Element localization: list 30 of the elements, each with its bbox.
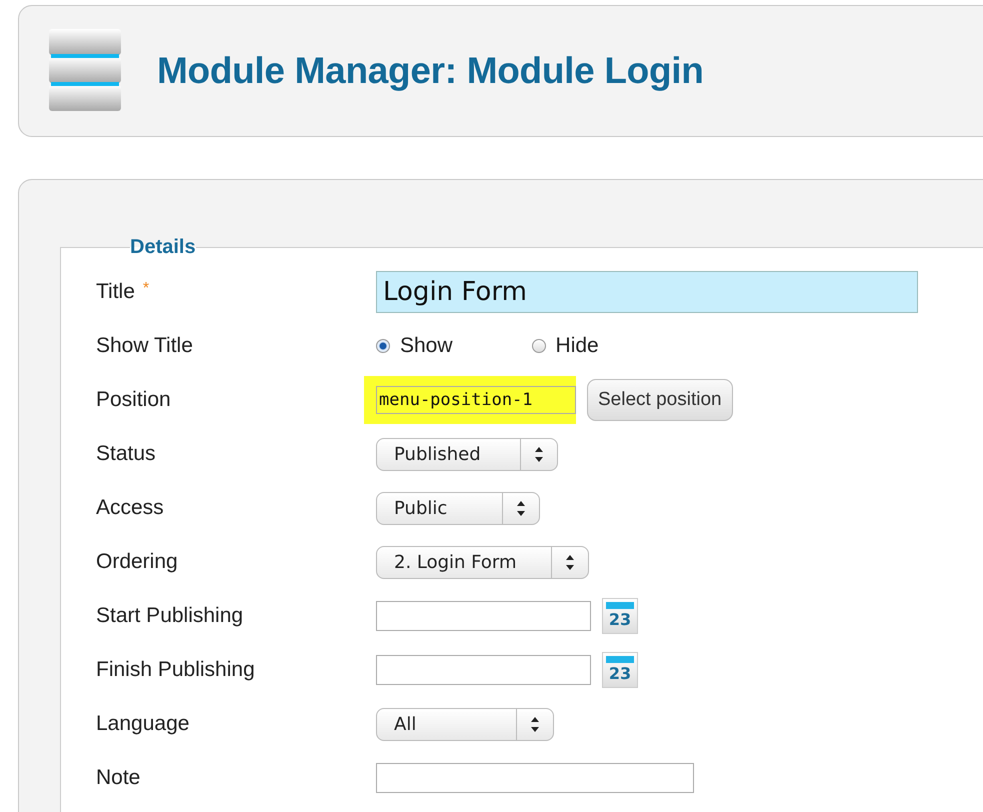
- stacked-layers-icon: [47, 29, 123, 113]
- text-input[interactable]: [376, 763, 694, 793]
- required-mark: *: [142, 280, 150, 298]
- radio-button[interactable]: [532, 339, 546, 353]
- select-position-button[interactable]: Select position: [587, 379, 733, 421]
- calendar-button[interactable]: 23: [602, 598, 638, 634]
- date-input[interactable]: [376, 655, 591, 685]
- select-dropdown[interactable]: Public: [376, 492, 540, 524]
- field-label: Access: [96, 496, 164, 520]
- field-label: Show Title: [96, 334, 193, 358]
- field-label: Status: [96, 442, 156, 466]
- text-input[interactable]: Login Form: [376, 271, 918, 313]
- field-label: Title: [96, 280, 135, 304]
- field-label: Note: [96, 766, 140, 790]
- calendar-button[interactable]: 23: [602, 652, 638, 688]
- radio-option[interactable]: Hide: [532, 334, 599, 358]
- section-legend: Details: [130, 236, 196, 259]
- position-input[interactable]: menu-position-1: [376, 386, 576, 414]
- page-title: Module Manager: Module Login: [157, 50, 704, 92]
- select-dropdown[interactable]: 2. Login Form: [376, 546, 589, 578]
- select-dropdown[interactable]: Published: [376, 438, 558, 470]
- field-label: Finish Publishing: [96, 658, 255, 682]
- radio-button[interactable]: [376, 339, 390, 353]
- field-label: Position: [96, 388, 171, 412]
- field-label: Language: [96, 712, 190, 736]
- field-label: Start Publishing: [96, 604, 244, 628]
- select-dropdown[interactable]: All: [376, 708, 554, 740]
- radio-option[interactable]: Show: [376, 334, 453, 358]
- field-label: Ordering: [96, 550, 178, 574]
- date-input[interactable]: [376, 601, 591, 631]
